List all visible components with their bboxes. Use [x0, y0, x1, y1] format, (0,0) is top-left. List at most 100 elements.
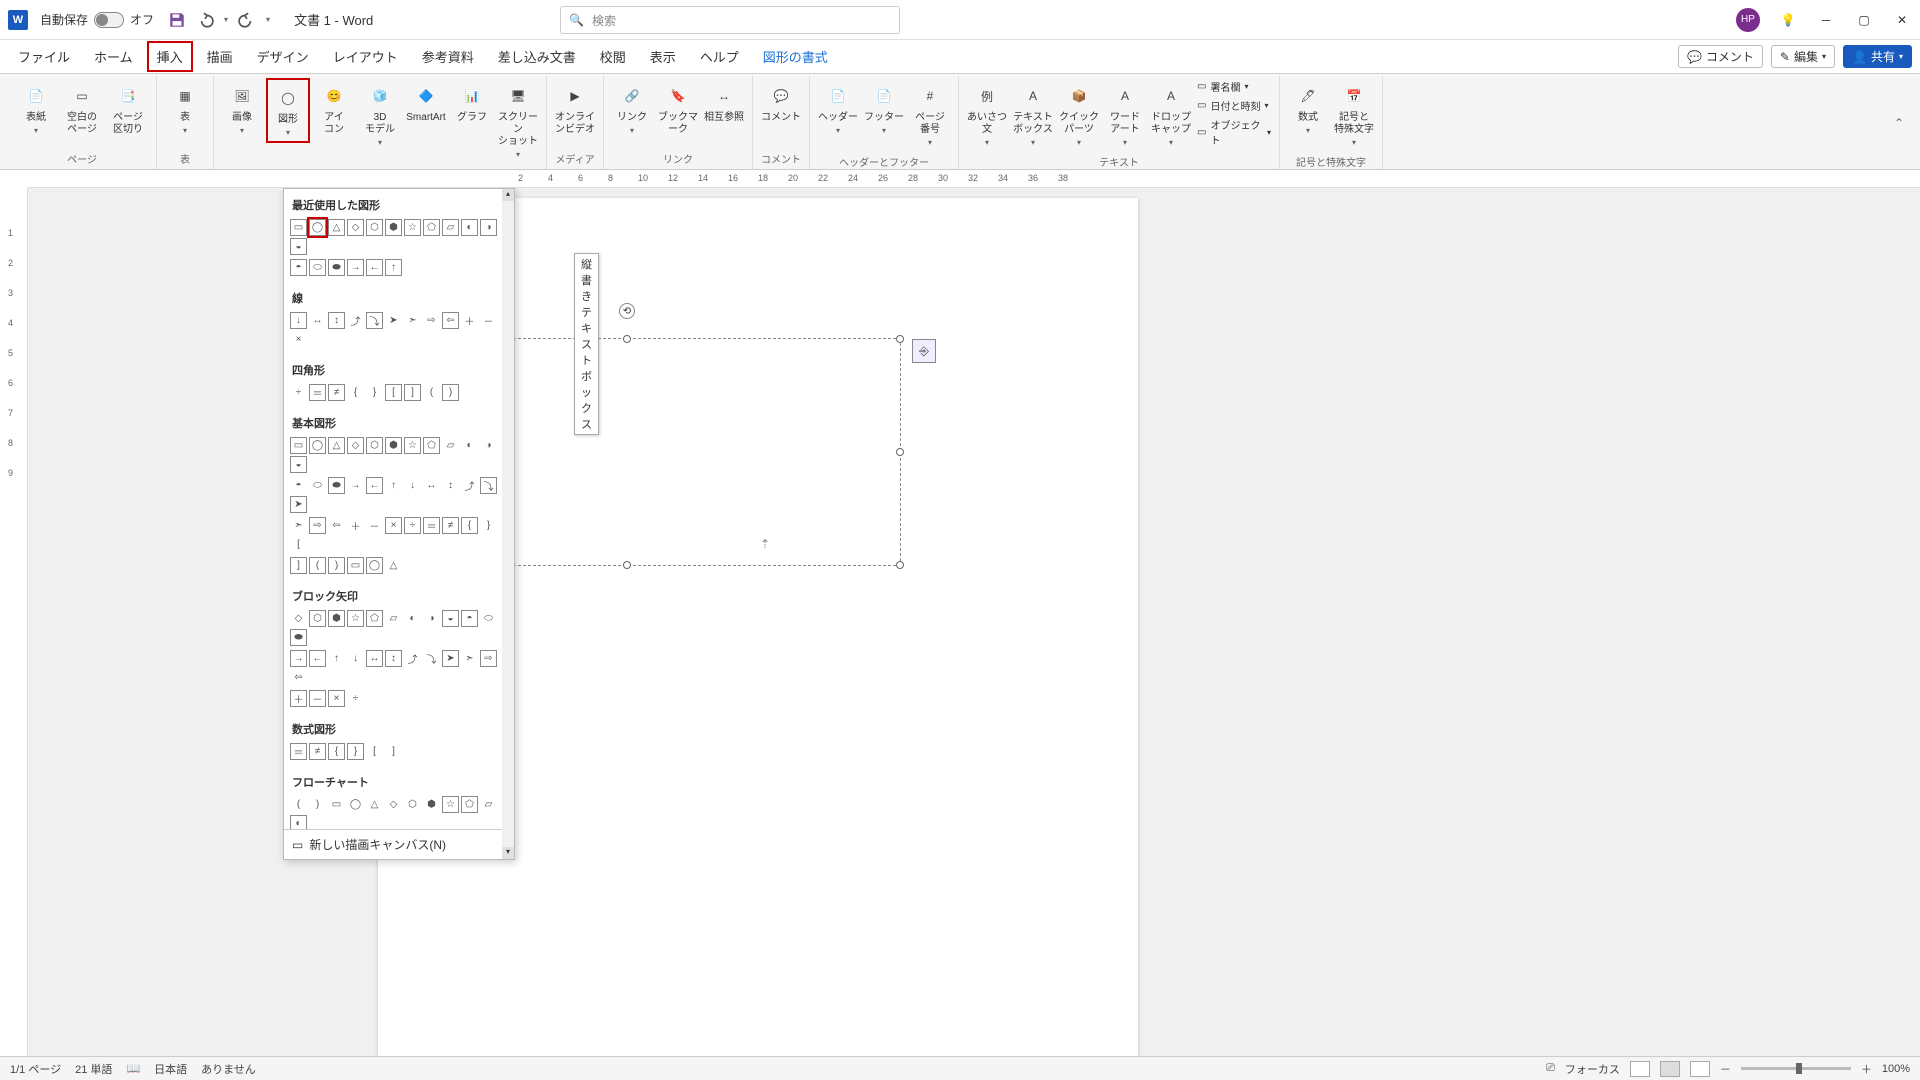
shape-item[interactable]: ) — [309, 796, 326, 813]
web-layout-view[interactable] — [1690, 1061, 1710, 1077]
shape-item[interactable]: × — [290, 331, 307, 348]
shape-item[interactable]: ＝ — [290, 743, 307, 760]
redo-icon[interactable] — [238, 11, 256, 29]
shape-item[interactable]: ▱ — [385, 610, 402, 627]
ribbon-btn-あいさつ文[interactable]: 例あいさつ文▾ — [965, 78, 1009, 151]
shape-item[interactable]: ↑ — [328, 650, 345, 667]
undo-icon[interactable] — [196, 11, 214, 29]
shape-item[interactable]: ↕ — [442, 477, 459, 494]
shape-item[interactable]: ◐ — [290, 815, 307, 829]
shape-item[interactable]: → — [347, 477, 364, 494]
resize-handle-n[interactable] — [623, 335, 631, 343]
shape-item[interactable]: ↓ — [347, 650, 364, 667]
shape-item[interactable]: ↓ — [404, 477, 421, 494]
shape-item[interactable]: ＝ — [423, 517, 440, 534]
shape-item[interactable]: ↔ — [366, 650, 383, 667]
shape-item[interactable]: ⬠ — [423, 219, 440, 236]
shape-item[interactable]: ◯ — [366, 557, 383, 574]
ribbon-btn-数式[interactable]: 🖊数式▾ — [1286, 78, 1330, 139]
zoom-out-icon[interactable]: － — [1720, 1061, 1731, 1077]
shape-item[interactable]: ◯ — [309, 219, 326, 236]
scroll-down-icon[interactable]: ▾ — [502, 847, 514, 859]
shape-item[interactable]: ≠ — [309, 743, 326, 760]
shape-item[interactable]: ＝ — [309, 384, 326, 401]
shape-item[interactable]: ◒ — [442, 610, 459, 627]
shape-item[interactable]: ⇦ — [442, 312, 459, 329]
shape-item[interactable]: ⬢ — [423, 796, 440, 813]
shape-item[interactable]: ◐ — [461, 219, 478, 236]
shape-item[interactable]: { — [328, 743, 345, 760]
shape-item[interactable]: × — [385, 517, 402, 534]
shape-item[interactable]: ◇ — [347, 219, 364, 236]
shape-item[interactable]: ≠ — [442, 517, 459, 534]
shape-item[interactable]: ( — [309, 557, 326, 574]
shape-item[interactable]: ] — [404, 384, 421, 401]
ribbon-btn-グラフ[interactable]: 📊グラフ — [450, 78, 494, 128]
ribbon-btn-表紙[interactable]: 📄表紙▾ — [14, 78, 58, 139]
shape-item[interactable]: ⬠ — [423, 437, 440, 454]
shape-item[interactable]: ➣ — [461, 650, 478, 667]
shape-item[interactable]: ⬭ — [480, 610, 497, 627]
shape-item[interactable]: － — [366, 517, 383, 534]
comment-button[interactable]: 💬コメント — [1678, 45, 1763, 68]
shape-item[interactable]: ▱ — [442, 219, 459, 236]
shape-item[interactable]: × — [328, 690, 345, 707]
shape-item[interactable]: ↔ — [309, 312, 326, 329]
shape-item[interactable]: ⬢ — [385, 437, 402, 454]
focus-mode-icon[interactable]: ⎚ — [1546, 1062, 1555, 1075]
shape-item[interactable]: ▱ — [480, 796, 497, 813]
shape-item[interactable]: ⬭ — [309, 259, 326, 276]
shape-item[interactable]: ↔ — [423, 477, 440, 494]
shape-item[interactable]: [ — [385, 384, 402, 401]
shape-item[interactable]: ⤵ — [366, 312, 383, 329]
shape-item[interactable]: → — [290, 650, 307, 667]
shape-item[interactable]: ⇨ — [309, 517, 326, 534]
tab-ホーム[interactable]: ホーム — [84, 41, 143, 72]
shape-item[interactable]: ÷ — [290, 384, 307, 401]
shape-item[interactable]: ⬢ — [385, 219, 402, 236]
shape-item[interactable]: ] — [385, 743, 402, 760]
ribbon-btn-クイックパーツ[interactable]: 📦クイックパーツ▾ — [1057, 78, 1101, 151]
ribbon-btn-オンラインビデオ[interactable]: ▶オンラインビデオ — [553, 78, 597, 140]
shape-item[interactable]: ⬬ — [328, 259, 345, 276]
shape-item[interactable]: ☆ — [442, 796, 459, 813]
ribbon-btn-空白のページ[interactable]: ▭空白のページ — [60, 78, 104, 140]
shape-item[interactable]: { — [461, 517, 478, 534]
rotate-handle-icon[interactable]: ⟲ — [619, 303, 635, 319]
shape-item[interactable]: ↑ — [385, 477, 402, 494]
shape-item[interactable]: ⬡ — [366, 437, 383, 454]
shape-item[interactable]: ⤴ — [347, 312, 364, 329]
shape-item[interactable]: ◯ — [347, 796, 364, 813]
shape-item[interactable]: △ — [385, 557, 402, 574]
ribbon-mini-日付と時刻[interactable]: ▭ 日付と時刻 ▾ — [1195, 97, 1273, 114]
shape-item[interactable]: } — [480, 517, 497, 534]
ribbon-btn-フッター[interactable]: 📄フッター▾ — [862, 78, 906, 139]
shape-item[interactable]: ⬡ — [366, 219, 383, 236]
ribbon-mini-署名欄[interactable]: ▭ 署名欄 ▾ — [1195, 78, 1273, 95]
shape-item[interactable]: ◓ — [290, 477, 307, 494]
shape-item[interactable]: ⇨ — [423, 312, 440, 329]
shape-item[interactable]: ☆ — [347, 610, 364, 627]
read-mode-view[interactable] — [1630, 1061, 1650, 1077]
document-canvas[interactable]: ⟲ ⎆ テキストボックス で縦書きの入力も 可能です。 ⇡ 最近使用した図形▭◯… — [28, 188, 1920, 1056]
shape-item[interactable]: ◯ — [309, 437, 326, 454]
tab-図形の書式[interactable]: 図形の書式 — [753, 41, 838, 72]
shape-item[interactable]: { — [347, 384, 364, 401]
tab-表示[interactable]: 表示 — [640, 41, 686, 72]
shape-item[interactable]: ) — [442, 384, 459, 401]
shape-item[interactable]: ＋ — [347, 517, 364, 534]
shape-item[interactable]: ▭ — [290, 219, 307, 236]
ribbon-btn-ドロップキャップ[interactable]: Aドロップキャップ▾ — [1149, 78, 1193, 151]
shape-item[interactable]: ← — [366, 259, 383, 276]
ribbon-btn-ヘッダー[interactable]: 📄ヘッダー▾ — [816, 78, 860, 139]
ribbon-mini-オブジェクト[interactable]: ▭ オブジェクト ▾ — [1195, 116, 1273, 148]
shape-item[interactable]: ÷ — [404, 517, 421, 534]
resize-handle-se[interactable] — [896, 561, 904, 569]
zoom-level[interactable]: 100% — [1882, 1063, 1910, 1075]
shape-item[interactable]: } — [347, 743, 364, 760]
layout-options-icon[interactable]: ⎆ — [912, 339, 936, 363]
shape-item[interactable]: ◑ — [480, 437, 497, 454]
share-button[interactable]: 👤共有▾ — [1843, 45, 1912, 68]
shape-item[interactable]: ◓ — [290, 259, 307, 276]
shape-item[interactable]: ◐ — [461, 437, 478, 454]
